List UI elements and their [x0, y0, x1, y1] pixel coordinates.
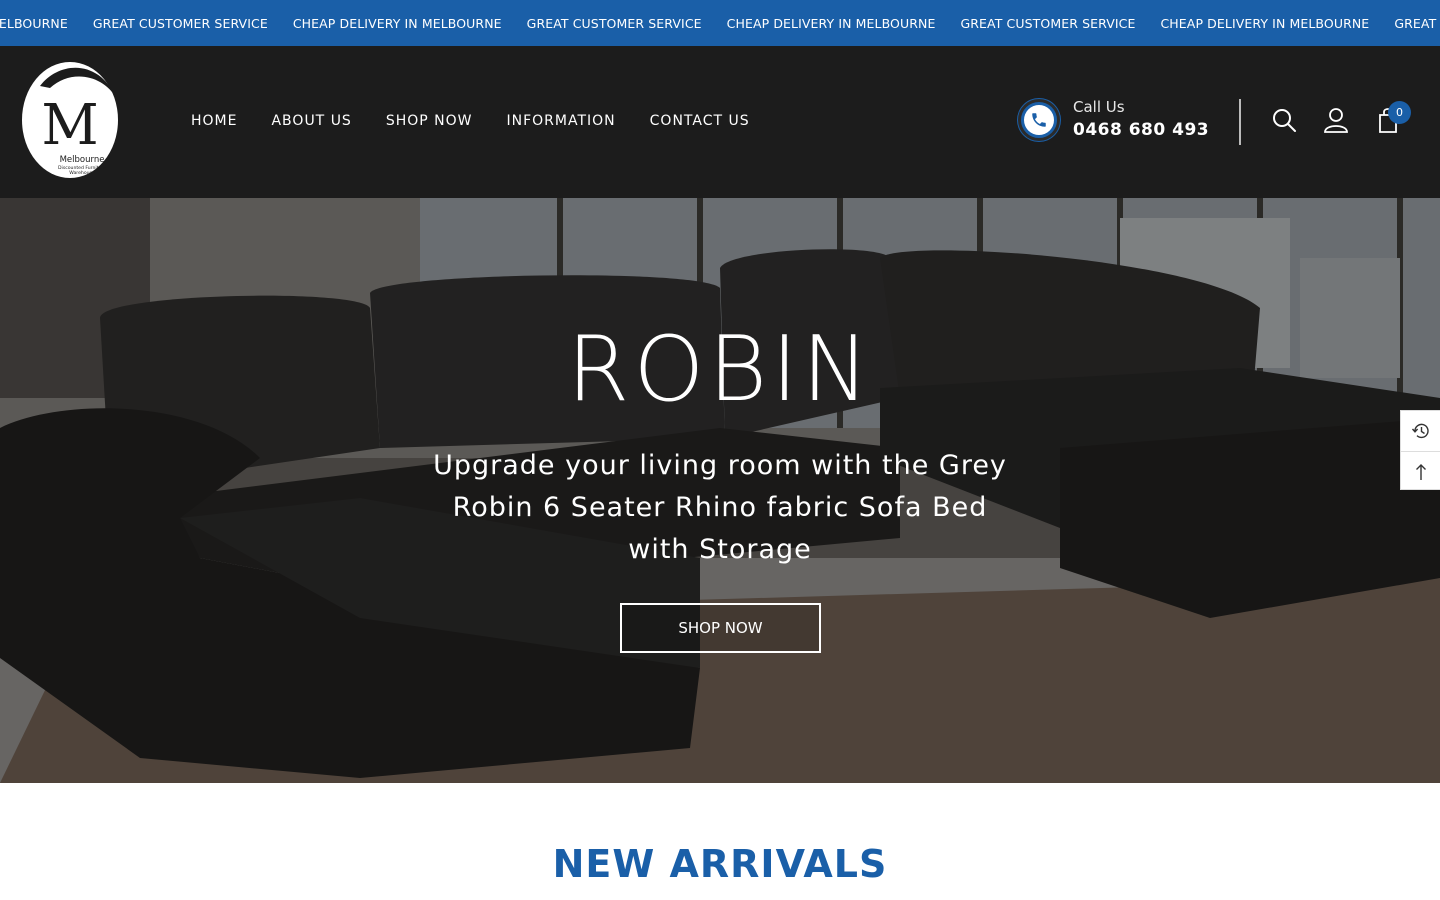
hero-title: ROBIN	[566, 317, 874, 422]
shop-now-button[interactable]: SHOP NOW	[620, 603, 821, 653]
phone-icon	[1018, 99, 1060, 141]
nav-item-contact-us[interactable]: CONTACT US	[650, 113, 750, 129]
site-header: M Melbourne Discounted Furniture Warehou…	[0, 46, 1440, 198]
announcement-track: MELBOURNE GREAT CUSTOMER SERVICE CHEAP D…	[0, 0, 1440, 46]
main-nav: HOME ABOUT US SHOP NOW INFORMATION CONTA…	[191, 113, 750, 129]
announcement-item: CHEAP DELIVERY IN MELBOURNE	[292, 15, 502, 31]
announcement-item: CHEAP DELIVERY IN MELBOURNE	[1160, 15, 1370, 31]
logo-line3: Warehouse	[69, 170, 95, 176]
announcement-item: MELBOURNE	[0, 15, 68, 31]
account-icon[interactable]	[1322, 106, 1350, 134]
hero-banner: ROBIN Upgrade your living room with the …	[0, 198, 1440, 783]
call-us-label: Call Us	[1073, 98, 1125, 116]
announcement-item: GREAT CUSTOMER SERVICE	[526, 15, 702, 31]
announcement-item: GREAT CUSTOMER SERVICE	[92, 15, 268, 31]
call-us-block[interactable]: Call Us 0468 680 493	[1018, 98, 1209, 142]
nav-item-information[interactable]: INFORMATION	[507, 113, 616, 129]
site-logo[interactable]: M Melbourne Discounted Furniture Warehou…	[20, 58, 120, 180]
phone-number[interactable]: 0468 680 493	[1073, 117, 1209, 143]
announcement-item: GREAT CUSTOMER SERVICE	[960, 15, 1136, 31]
side-tools	[1400, 410, 1440, 490]
new-arrivals-heading: NEW ARRIVALS	[552, 842, 888, 886]
history-icon[interactable]	[1401, 411, 1440, 451]
header-divider	[1239, 99, 1241, 145]
arrow-up-icon[interactable]	[1401, 451, 1440, 491]
search-icon[interactable]	[1270, 106, 1298, 134]
nav-item-home[interactable]: HOME	[191, 113, 237, 129]
nav-item-shop-now[interactable]: SHOP NOW	[386, 113, 473, 129]
nav-item-about-us[interactable]: ABOUT US	[271, 113, 351, 129]
logo-letter: M	[41, 93, 98, 158]
logo-line1: Melbourne	[60, 155, 105, 165]
cart-count-badge: 0	[1388, 101, 1411, 124]
announcement-item: CHEAP DELIVERY IN MELBOURNE	[726, 15, 936, 31]
announcement-bar: MELBOURNE GREAT CUSTOMER SERVICE CHEAP D…	[0, 0, 1440, 46]
hero-subtitle: Upgrade your living room with the Grey R…	[433, 450, 1007, 565]
announcement-item: GREAT CUS	[1394, 15, 1440, 31]
